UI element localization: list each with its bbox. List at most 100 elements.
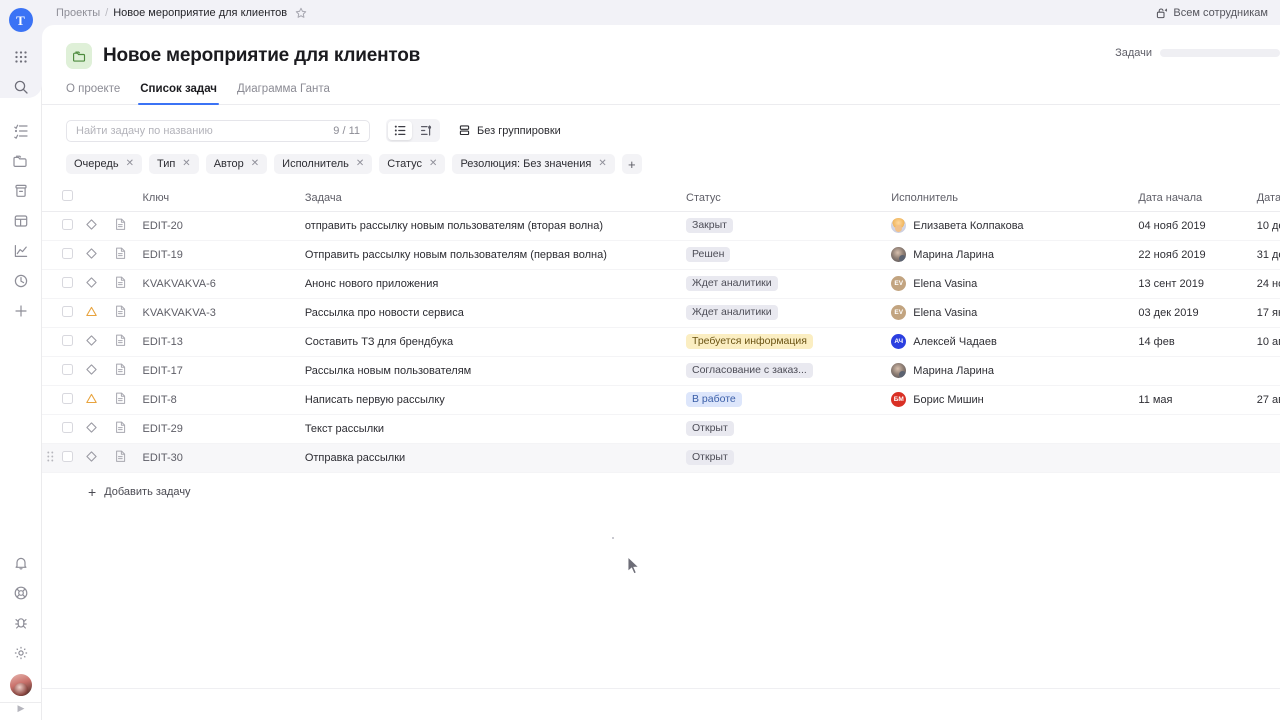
diamond-icon[interactable]	[86, 364, 115, 378]
triangle-warning-icon[interactable]	[86, 393, 115, 407]
row-start-date-cell[interactable]	[1138, 443, 1256, 472]
task-document-icon[interactable]	[115, 305, 142, 320]
task-summary-link[interactable]: Рассылка новым пользователям	[305, 365, 471, 377]
app-logo[interactable]: T	[9, 8, 33, 32]
status-badge[interactable]: Открыт	[686, 450, 734, 466]
row-checkbox[interactable]	[62, 277, 73, 288]
diamond-icon[interactable]	[86, 335, 115, 349]
filter-chip-remove-icon[interactable]: ✕	[182, 159, 190, 169]
table-row[interactable]: EDIT-17Рассылка новым пользователямСогла…	[42, 356, 1280, 385]
projects-folder-icon[interactable]	[0, 146, 42, 176]
status-badge[interactable]: Решен	[686, 247, 730, 263]
th-assignee[interactable]: Исполнитель	[891, 185, 1138, 211]
apps-grid-icon[interactable]	[0, 42, 42, 72]
row-checkbox[interactable]	[62, 248, 73, 259]
tab-about[interactable]: О проекте	[66, 83, 120, 104]
row-start-date-cell[interactable]	[1138, 414, 1256, 443]
assignee[interactable]: Марина Ларина	[891, 363, 1138, 378]
task-key-link[interactable]: EDIT-20	[143, 220, 183, 232]
row-checkbox[interactable]	[62, 393, 73, 404]
row-start-date-cell[interactable]: 03 дек 2019	[1138, 298, 1256, 327]
recent-clock-icon[interactable]	[0, 266, 42, 296]
status-badge[interactable]: Требуется информация	[686, 334, 813, 350]
row-end-date-cell[interactable]	[1257, 414, 1280, 443]
status-badge[interactable]: Ждет аналитики	[686, 305, 778, 321]
diamond-icon[interactable]	[86, 219, 115, 233]
task-key-link[interactable]: EDIT-13	[143, 336, 183, 348]
gear-settings-icon[interactable]	[0, 638, 42, 668]
grouping-button[interactable]: Без группировки	[458, 124, 561, 137]
status-badge[interactable]: Согласование с заказ...	[686, 363, 813, 379]
task-document-icon[interactable]	[115, 276, 142, 291]
analytics-chart-icon[interactable]	[0, 236, 42, 266]
diamond-icon[interactable]	[86, 451, 115, 465]
table-row[interactable]: EDIT-13Составить ТЗ для брендбукаТребует…	[42, 327, 1280, 356]
diamond-icon[interactable]	[86, 422, 115, 436]
task-document-icon[interactable]	[115, 334, 142, 349]
row-end-date-cell[interactable]: 10 апр	[1257, 327, 1280, 356]
status-badge[interactable]: Открыт	[686, 421, 734, 437]
row-end-date-cell[interactable]: 27 авг 2018	[1257, 385, 1280, 414]
task-document-icon[interactable]	[115, 392, 142, 407]
add-plus-icon[interactable]	[0, 296, 42, 326]
task-document-icon[interactable]	[115, 421, 142, 436]
filter-chip-remove-icon[interactable]: ✕	[251, 159, 259, 169]
collapse-rail-caret-icon[interactable]: ▶	[18, 703, 25, 718]
task-summary-link[interactable]: Написать первую рассылку	[305, 394, 445, 406]
assignee[interactable]: Марина Ларина	[891, 247, 1138, 262]
th-status[interactable]: Статус	[686, 185, 891, 211]
lifebuoy-help-icon[interactable]	[0, 578, 42, 608]
table-row[interactable]: EDIT-8Написать первую рассылкуВ работеБМ…	[42, 385, 1280, 414]
triangle-warning-icon[interactable]	[86, 306, 115, 320]
view-list-icon[interactable]	[388, 121, 412, 140]
table-row[interactable]: EDIT-19Отправить рассылку новым пользова…	[42, 240, 1280, 269]
assignee[interactable]: БМБорис Мишин	[891, 392, 1138, 407]
diamond-icon[interactable]	[86, 277, 115, 291]
filter-chip[interactable]: Очередь✕	[66, 154, 142, 174]
filter-chip-remove-icon[interactable]: ✕	[598, 159, 606, 169]
assignee[interactable]: АЧАлексей Чадаев	[891, 334, 1138, 349]
search-input[interactable]	[76, 125, 327, 137]
row-start-date-cell[interactable]: 04 нояб 2019	[1138, 211, 1256, 240]
task-document-icon[interactable]	[115, 218, 142, 233]
search-field-wrapper[interactable]: 9 / 11	[66, 120, 370, 142]
row-checkbox[interactable]	[62, 422, 73, 433]
table-row[interactable]: KVAKVAKVA-6Анонс нового приложенияЖдет а…	[42, 269, 1280, 298]
add-task-button[interactable]: + Добавить задачу	[42, 473, 1280, 499]
status-badge[interactable]: Закрыт	[686, 218, 733, 234]
task-summary-link[interactable]: Отправка рассылки	[305, 452, 405, 464]
archive-icon[interactable]	[0, 176, 42, 206]
th-start-date[interactable]: Дата начала	[1138, 185, 1256, 211]
star-icon[interactable]	[295, 7, 307, 19]
task-key-link[interactable]: EDIT-8	[143, 394, 177, 406]
row-checkbox[interactable]	[62, 306, 73, 317]
user-avatar[interactable]	[10, 674, 32, 696]
search-icon[interactable]	[0, 72, 42, 102]
filter-chip[interactable]: Резолюция: Без значения✕	[452, 154, 614, 174]
add-filter-button[interactable]: +	[622, 154, 642, 174]
row-end-date-cell[interactable]	[1257, 356, 1280, 385]
row-start-date-cell[interactable]: 22 нояб 2019	[1138, 240, 1256, 269]
bell-notification-icon[interactable]	[0, 548, 42, 578]
task-key-link[interactable]: KVAKVAKVA-3	[143, 307, 216, 319]
row-end-date-cell[interactable]: 24 нояб 2019	[1257, 269, 1280, 298]
filter-chip[interactable]: Тип✕	[149, 154, 199, 174]
row-start-date-cell[interactable]: 13 сент 2019	[1138, 269, 1256, 298]
row-start-date-cell[interactable]: 14 фев	[1138, 327, 1256, 356]
bug-feedback-icon[interactable]	[0, 608, 42, 638]
status-badge[interactable]: Ждет аналитики	[686, 276, 778, 292]
task-summary-link[interactable]: отправить рассылку новым пользователям (…	[305, 220, 603, 232]
filter-chip-remove-icon[interactable]: ✕	[126, 159, 134, 169]
task-document-icon[interactable]	[115, 247, 142, 262]
task-key-link[interactable]: EDIT-19	[143, 249, 183, 261]
task-key-link[interactable]: EDIT-29	[143, 423, 183, 435]
queues-list-icon[interactable]	[0, 116, 42, 146]
table-row[interactable]: KVAKVAKVA-3 Рассылка про новости сервиса Ж…	[42, 298, 1280, 327]
boards-icon[interactable]	[0, 206, 42, 236]
filter-chip-remove-icon[interactable]: ✕	[356, 159, 364, 169]
share-access-button[interactable]: Всем сотрудникам	[1156, 7, 1268, 19]
task-summary-link[interactable]: Рассылка про новости сервиса	[305, 307, 464, 319]
assignee[interactable]: EVElena Vasina	[891, 305, 1138, 320]
task-table-scroll[interactable]: Ключ Задача Статус Исполнитель Дата нача…	[42, 185, 1280, 473]
row-checkbox[interactable]	[62, 335, 73, 346]
